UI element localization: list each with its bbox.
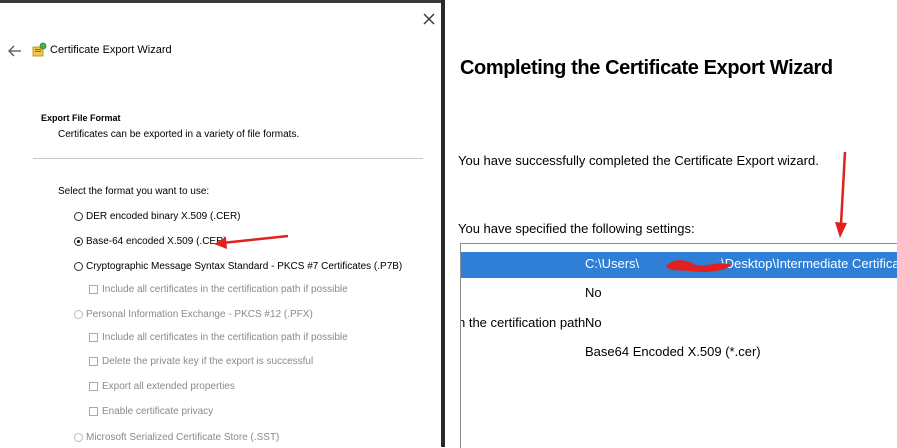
radio-pkcs7-option[interactable]: Cryptographic Message Syntax Standard - … — [74, 261, 402, 272]
radio-base64-option[interactable]: Base-64 encoded X.509 (.CER) — [74, 236, 227, 247]
option-label: Microsoft Serialized Certificate Store (… — [86, 432, 280, 443]
completion-page: Completing the Certificate Export Wizard… — [445, 0, 897, 448]
checkbox-delete-private-key[interactable]: Delete the private key if the export is … — [89, 356, 313, 367]
option-label: Delete the private key if the export is … — [102, 356, 314, 367]
checkbox-include-all-pfx[interactable]: Include all certificates in the certific… — [89, 332, 348, 343]
radio-button-selected[interactable] — [74, 237, 83, 246]
close-icon[interactable] — [420, 10, 438, 28]
radio-button[interactable] — [74, 212, 83, 221]
checkbox-export-extended-properties[interactable]: Export all extended properties — [89, 381, 235, 392]
success-message: You have successfully completed the Cert… — [458, 153, 819, 168]
option-label: Base-64 encoded X.509 (.CER) — [86, 236, 227, 247]
format-prompt: Select the format you want to use: — [58, 186, 210, 197]
completion-title: Completing the Certificate Export Wizard — [460, 57, 833, 79]
option-label: Include all certificates in the certific… — [102, 332, 348, 343]
redaction-mark — [666, 260, 732, 272]
settings-value: No — [585, 315, 602, 330]
radio-der-option[interactable]: DER encoded binary X.509 (.CER) — [74, 211, 241, 222]
back-arrow-icon[interactable] — [8, 44, 22, 58]
checkbox[interactable] — [89, 333, 98, 342]
option-label: Cryptographic Message Syntax Standard - … — [86, 261, 403, 272]
option-label: Include all certificates in the certific… — [102, 284, 348, 295]
checkbox[interactable] — [89, 382, 98, 391]
file-path-suffix: \Desktop\Intermediate Certificate.cer — [721, 256, 897, 271]
certificate-wizard-icon — [32, 42, 47, 57]
option-label: Enable certificate privacy — [102, 406, 214, 417]
annotation-arrow — [214, 234, 289, 249]
option-label: Personal Information Exchange - PKCS #12… — [86, 309, 313, 320]
window-top-border — [0, 0, 441, 3]
option-label: DER encoded binary X.509 (.CER) — [86, 211, 241, 222]
settings-list[interactable]: C:\Users\ \Desktop\Intermediate Certifica… — [460, 243, 897, 448]
settings-value: Base64 Encoded X.509 (*.cer) — [585, 344, 761, 359]
checkbox-enable-certificate-privacy[interactable]: Enable certificate privacy — [89, 406, 213, 417]
settings-label: You have specified the following setting… — [458, 221, 695, 236]
radio-button[interactable] — [74, 310, 83, 319]
checkbox[interactable] — [89, 407, 98, 416]
option-label: Export all extended properties — [102, 381, 235, 392]
checkbox[interactable] — [89, 357, 98, 366]
file-path-prefix: C:\Users\ — [585, 256, 640, 271]
wizard-title: Certificate Export Wizard — [50, 44, 172, 56]
section-description: Certificates can be exported in a variet… — [58, 129, 300, 140]
radio-button[interactable] — [74, 262, 83, 271]
checkbox[interactable] — [89, 285, 98, 294]
radio-sst-option[interactable]: Microsoft Serialized Certificate Store (… — [74, 432, 279, 443]
file-path-value: C:\Users\ \Desktop\Intermediate Certifica… — [585, 256, 897, 271]
settings-key: n the certification path — [460, 315, 586, 330]
checkbox-include-all-p7b[interactable]: Include all certificates in the certific… — [89, 284, 348, 295]
divider — [33, 158, 423, 159]
section-title: Export File Format — [41, 113, 121, 123]
export-format-page: Certificate Export Wizard Export File Fo… — [0, 0, 441, 447]
radio-button[interactable] — [74, 433, 83, 442]
settings-value: No — [585, 285, 602, 300]
annotation-arrow — [835, 151, 847, 238]
radio-pfx-option[interactable]: Personal Information Exchange - PKCS #12… — [74, 309, 313, 320]
